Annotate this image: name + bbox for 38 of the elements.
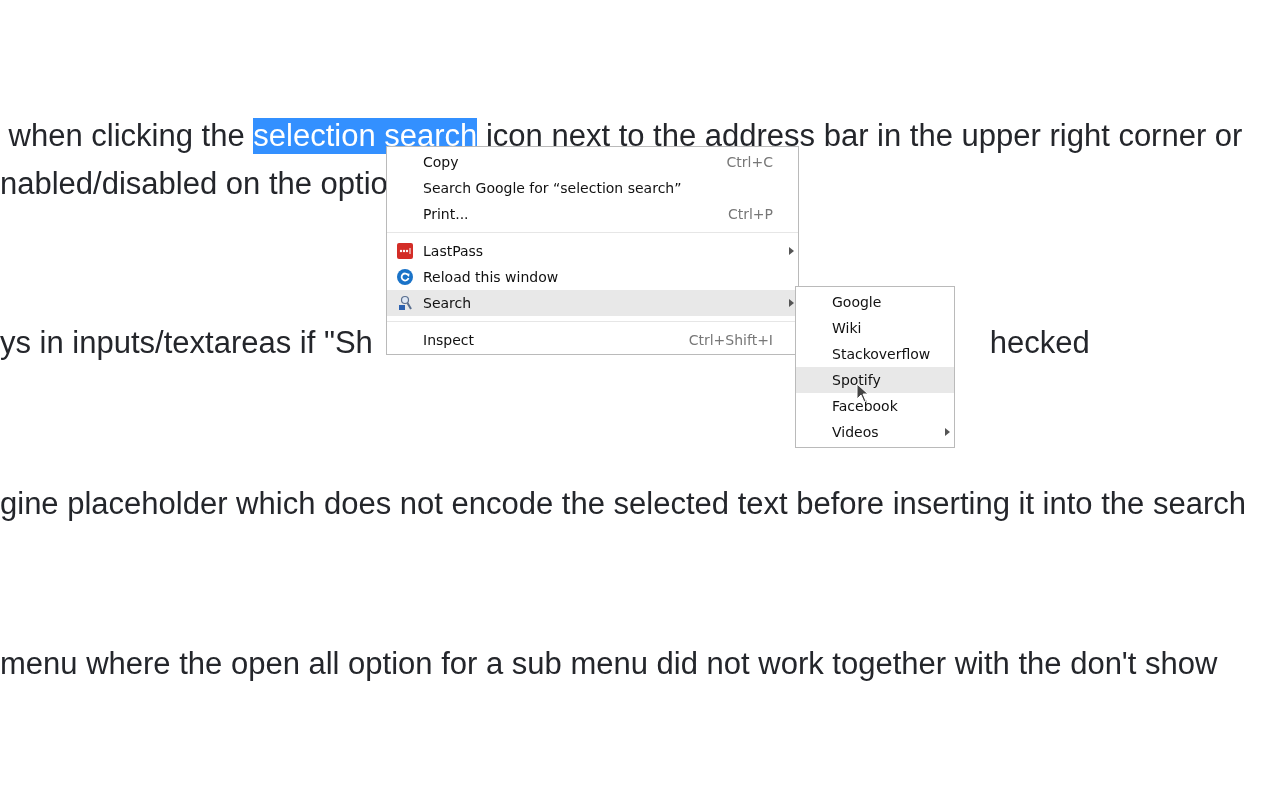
menu-item-label: Wiki [832, 320, 863, 336]
shortcut-text: Ctrl+Shift+I [688, 332, 773, 348]
menu-item-label: Inspect [423, 332, 475, 348]
menu-item-label: Search [423, 295, 473, 311]
menu-item[interactable]: Videos [796, 419, 954, 445]
reload-icon [397, 269, 413, 285]
menu-item-label: Search Google for “selection search” [423, 180, 683, 196]
shortcut-text: Ctrl+C [726, 154, 773, 170]
dots-badge-icon [397, 243, 413, 259]
menu-item[interactable]: Reload this window [387, 264, 798, 290]
page-text: nabled/disabled on the optio [0, 166, 388, 202]
magnifier-icon [397, 295, 413, 311]
menu-item-label: Spotify [832, 372, 882, 388]
selected-text: selection search [253, 118, 478, 154]
menu-item[interactable]: Print... Ctrl+P [387, 201, 798, 227]
menu-item-label: LastPass [423, 243, 485, 259]
menu-item-label: Videos [832, 424, 880, 440]
menu-item[interactable]: Search Google for “selection search” [387, 175, 798, 201]
menu-item[interactable]: Inspect Ctrl+Shift+I [387, 327, 798, 353]
menu-item[interactable]: Spotify [796, 367, 954, 393]
menu-item-label: Print... [423, 206, 470, 222]
menu-item[interactable]: Facebook [796, 393, 954, 419]
page-text: ys in inputs/textareas if "Sh [0, 325, 373, 361]
menu-item-label: Google [832, 294, 883, 310]
page-text: hecked [989, 325, 1090, 361]
page-text: menu where the open all option for a sub menu did not work together with the don't show [0, 646, 1218, 682]
menu-item[interactable]: Google [796, 289, 954, 315]
page-text: when clicking the [7, 118, 246, 154]
menu-item[interactable]: LastPass [387, 238, 798, 264]
menu-item-label: Reload this window [423, 269, 560, 285]
page-text: gine placeholder which does not encode the selected text before inserting it into the search [0, 486, 1246, 522]
shortcut-text: Ctrl+P [727, 206, 773, 222]
menu-item[interactable]: Stackoverflow [796, 341, 954, 367]
menu-item-label: Stackoverflow [832, 346, 931, 362]
menu-item-label: Copy [423, 154, 460, 170]
menu-item[interactable]: Search [387, 290, 798, 316]
menu-item-label: Facebook [832, 398, 899, 414]
menu-item[interactable]: Wiki [796, 315, 954, 341]
